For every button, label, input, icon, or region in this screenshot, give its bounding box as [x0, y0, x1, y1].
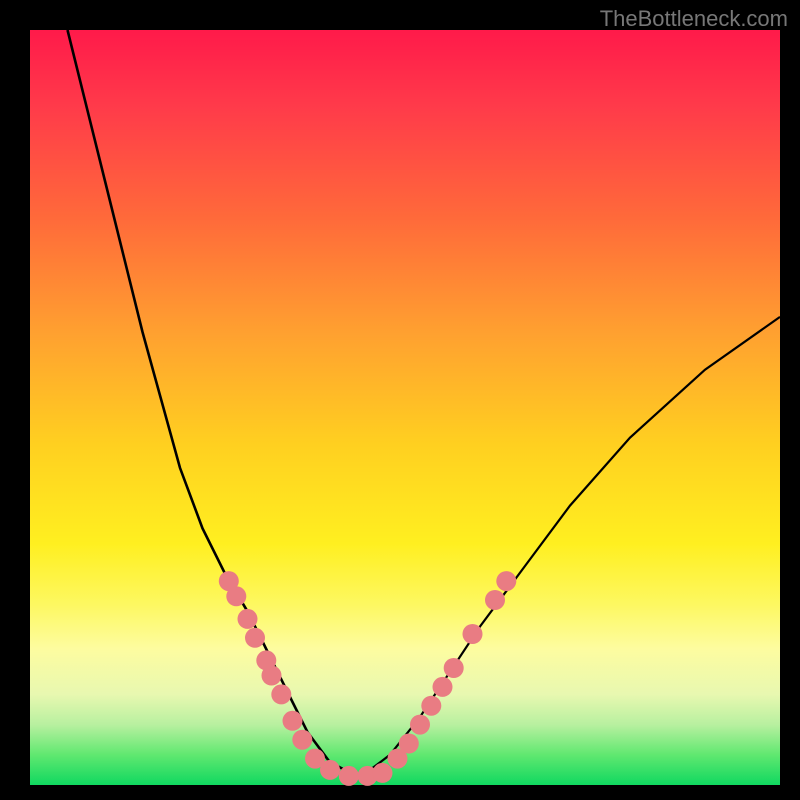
- dot-right-3: [421, 696, 441, 716]
- dot-left-11: [339, 766, 359, 786]
- dot-left-10: [320, 760, 340, 780]
- curve-layer: [68, 30, 781, 778]
- dot-right-5: [444, 658, 464, 678]
- dot-left-6: [271, 684, 291, 704]
- dot-right-7: [485, 590, 505, 610]
- dot-right-8: [496, 571, 516, 591]
- left-curve: [68, 30, 361, 778]
- dot-left-3: [245, 628, 265, 648]
- bottleneck-chart: [0, 0, 800, 800]
- dot-left-5: [262, 666, 282, 686]
- dot-right-4: [433, 677, 453, 697]
- chart-svg: [0, 0, 800, 800]
- dot-left-7: [283, 711, 303, 731]
- dot-right-2: [410, 715, 430, 735]
- highlight-dots-layer: [219, 571, 517, 786]
- watermark-text: TheBottleneck.com: [600, 6, 788, 32]
- dot-left-2: [238, 609, 258, 629]
- dot-left-1: [226, 586, 246, 606]
- dot-left-13: [373, 763, 393, 783]
- dot-right-1: [399, 734, 419, 754]
- dot-right-6: [463, 624, 483, 644]
- dot-left-8: [292, 730, 312, 750]
